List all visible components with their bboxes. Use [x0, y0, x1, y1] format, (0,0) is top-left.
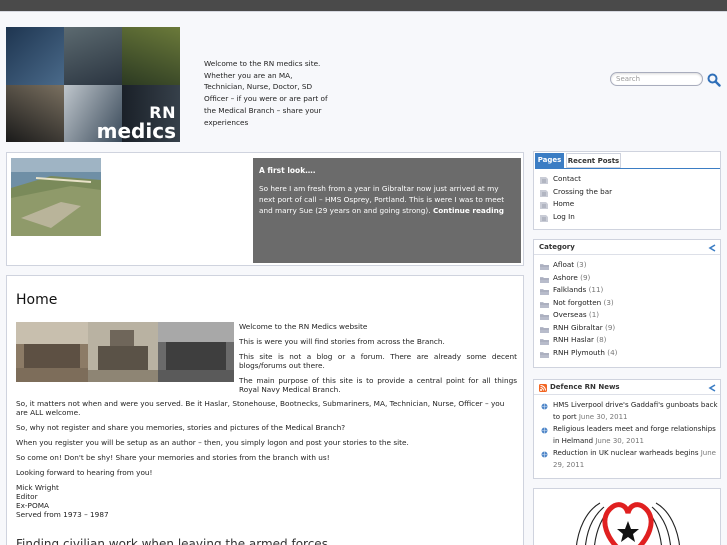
category-count: (9) [580, 272, 591, 282]
folder-icon [540, 350, 549, 363]
widget-title: Defence RN News [534, 380, 720, 395]
category-afloat[interactable]: Afloat (3) [540, 259, 617, 272]
featured-post: A first look…. So here I am fresh from a… [6, 152, 524, 266]
featured-body: So here I am fresh from a year in Gibral… [259, 183, 515, 217]
pages-widget: Pages Recent Posts Contact Crossing the … [533, 151, 721, 230]
category-name: RNH Haslar [553, 335, 594, 344]
page-link-log-in[interactable]: Log In [540, 211, 612, 224]
category-rnh-haslar[interactable]: RNH Haslar (8) [540, 334, 617, 347]
emblem-image [533, 488, 721, 545]
winged-heart-icon [576, 502, 680, 545]
category-count: (8) [596, 335, 607, 344]
search-form [610, 72, 721, 87]
category-count: (3) [576, 260, 587, 269]
news-widget: Defence RN News HMS Liverpool drive's Ga… [533, 379, 721, 479]
featured-image[interactable] [11, 158, 101, 236]
hospital-photos [16, 322, 234, 382]
rss-icon[interactable] [539, 384, 547, 392]
news-widget-title: Defence RN News [550, 383, 620, 391]
signature-service: Served from 1973 – 1987 [16, 510, 109, 519]
category-name: RNH Gibraltar [553, 322, 603, 332]
category-count: (1) [588, 310, 600, 319]
category-count: (11) [588, 285, 604, 294]
category-name: Overseas [553, 310, 587, 319]
logo-photo-tile [122, 27, 180, 85]
news-date: June 30, 2011 [578, 412, 628, 421]
category-name: Ashore [553, 272, 578, 282]
news-item[interactable]: Religious leaders meet and forge relatio… [540, 424, 718, 448]
logo-photo-tile [6, 27, 64, 85]
pages-list: Contact Crossing the bar Home Log In [540, 173, 612, 223]
main-content: Home Welcome to the RN Medics website Th… [6, 275, 524, 545]
browser-top-bar [0, 0, 727, 11]
page-icon [540, 214, 548, 227]
category-name: Falklands [553, 285, 587, 294]
category-overseas[interactable]: Overseas (1) [540, 309, 617, 322]
signature-name: Mick Wright [16, 483, 59, 492]
page-link-label: Log In [553, 211, 575, 221]
site-logo[interactable]: RN medics [6, 27, 180, 142]
aerial-photo [11, 158, 101, 236]
tab-recent-posts[interactable]: Recent Posts [566, 153, 621, 168]
page-link-label: Home [553, 199, 575, 208]
news-title: HMS Liverpool drive's Gaddafi's gunboats… [553, 401, 718, 421]
featured-title[interactable]: A first look…. [259, 166, 515, 175]
content-paragraph: When you register you will be setup as a… [16, 438, 409, 447]
category-count: (4) [607, 347, 618, 357]
category-falklands[interactable]: Falklands (11) [540, 284, 617, 297]
news-list: HMS Liverpool drive's Gaddafi's gunboats… [540, 400, 718, 473]
category-count: (3) [603, 297, 614, 307]
globe-icon [541, 403, 548, 410]
logo-line-2: medics [96, 119, 176, 142]
content-paragraph: The main purpose of this site is to prov… [239, 376, 517, 395]
page-title: Home [16, 292, 58, 308]
page-link-label: Contact [553, 174, 581, 183]
welcome-text: Welcome to the RN medics site. Whether y… [204, 59, 328, 127]
news-item[interactable]: HMS Liverpool drive's Gaddafi's gunboats… [540, 400, 718, 424]
globe-icon [541, 427, 548, 434]
category-name: RNH Plymouth [553, 347, 605, 357]
content-paragraph: So, why not register and share you memor… [16, 423, 346, 432]
continue-reading-link[interactable]: Continue reading [433, 206, 504, 215]
tab-divider [535, 168, 720, 169]
featured-panel: A first look…. So here I am fresh from a… [253, 158, 521, 263]
page-link-contact[interactable]: Contact [540, 173, 612, 186]
content-paragraph: So, it matters not when and were you ser… [16, 399, 505, 418]
category-ashore[interactable]: Ashore (9) [540, 272, 617, 285]
signature-rank: Ex-POMA [16, 501, 49, 510]
page-link-label: Crossing the bar [553, 186, 613, 196]
signature-role: Editor [16, 492, 38, 501]
logo-photo-tile [6, 85, 64, 142]
category-rnh-plymouth[interactable]: RNH Plymouth (4) [540, 347, 617, 360]
content-image [16, 322, 234, 382]
content-paragraph: Welcome to the RN Medics website [239, 322, 368, 331]
content-paragraph: Looking forward to hearing from you! [16, 468, 153, 477]
page-link-home[interactable]: Home [540, 198, 612, 211]
collapse-icon[interactable] [708, 244, 716, 252]
widget-title: Category [534, 240, 720, 255]
globe-icon [541, 451, 548, 458]
category-name: Afloat [553, 260, 575, 269]
logo-text: RN medics [96, 104, 176, 142]
content-paragraph: This site is not a blog or a forum. Ther… [239, 352, 517, 371]
tab-pages[interactable]: Pages [535, 153, 564, 168]
news-title: Reduction in UK nuclear warheads begins [553, 449, 699, 458]
next-post-title[interactable]: Finding civilian work when leaving the a… [16, 537, 328, 545]
content-paragraph: This is were you will find stories from … [239, 337, 445, 346]
search-input[interactable] [610, 72, 703, 86]
category-count: (9) [605, 322, 616, 332]
news-date: June 30, 2011 [595, 436, 645, 445]
category-name: Not forgotten [553, 297, 602, 307]
search-icon[interactable] [707, 73, 721, 87]
category-widget: Category Afloat (3) Ashore (9) Falklands… [533, 239, 721, 368]
news-item[interactable]: Reduction in UK nuclear warheads begins … [540, 448, 718, 472]
category-rnh-gibraltar[interactable]: RNH Gibraltar (9) [540, 322, 617, 335]
collapse-icon[interactable] [708, 384, 716, 392]
content-paragraph: So come on! Don't be shy! Share your mem… [16, 453, 330, 462]
page-link-crossing-the-bar[interactable]: Crossing the bar [540, 186, 612, 199]
category-list: Afloat (3) Ashore (9) Falklands (11) Not… [540, 259, 617, 359]
category-not-forgotten[interactable]: Not forgotten (3) [540, 297, 617, 310]
logo-photo-tile [64, 27, 122, 85]
